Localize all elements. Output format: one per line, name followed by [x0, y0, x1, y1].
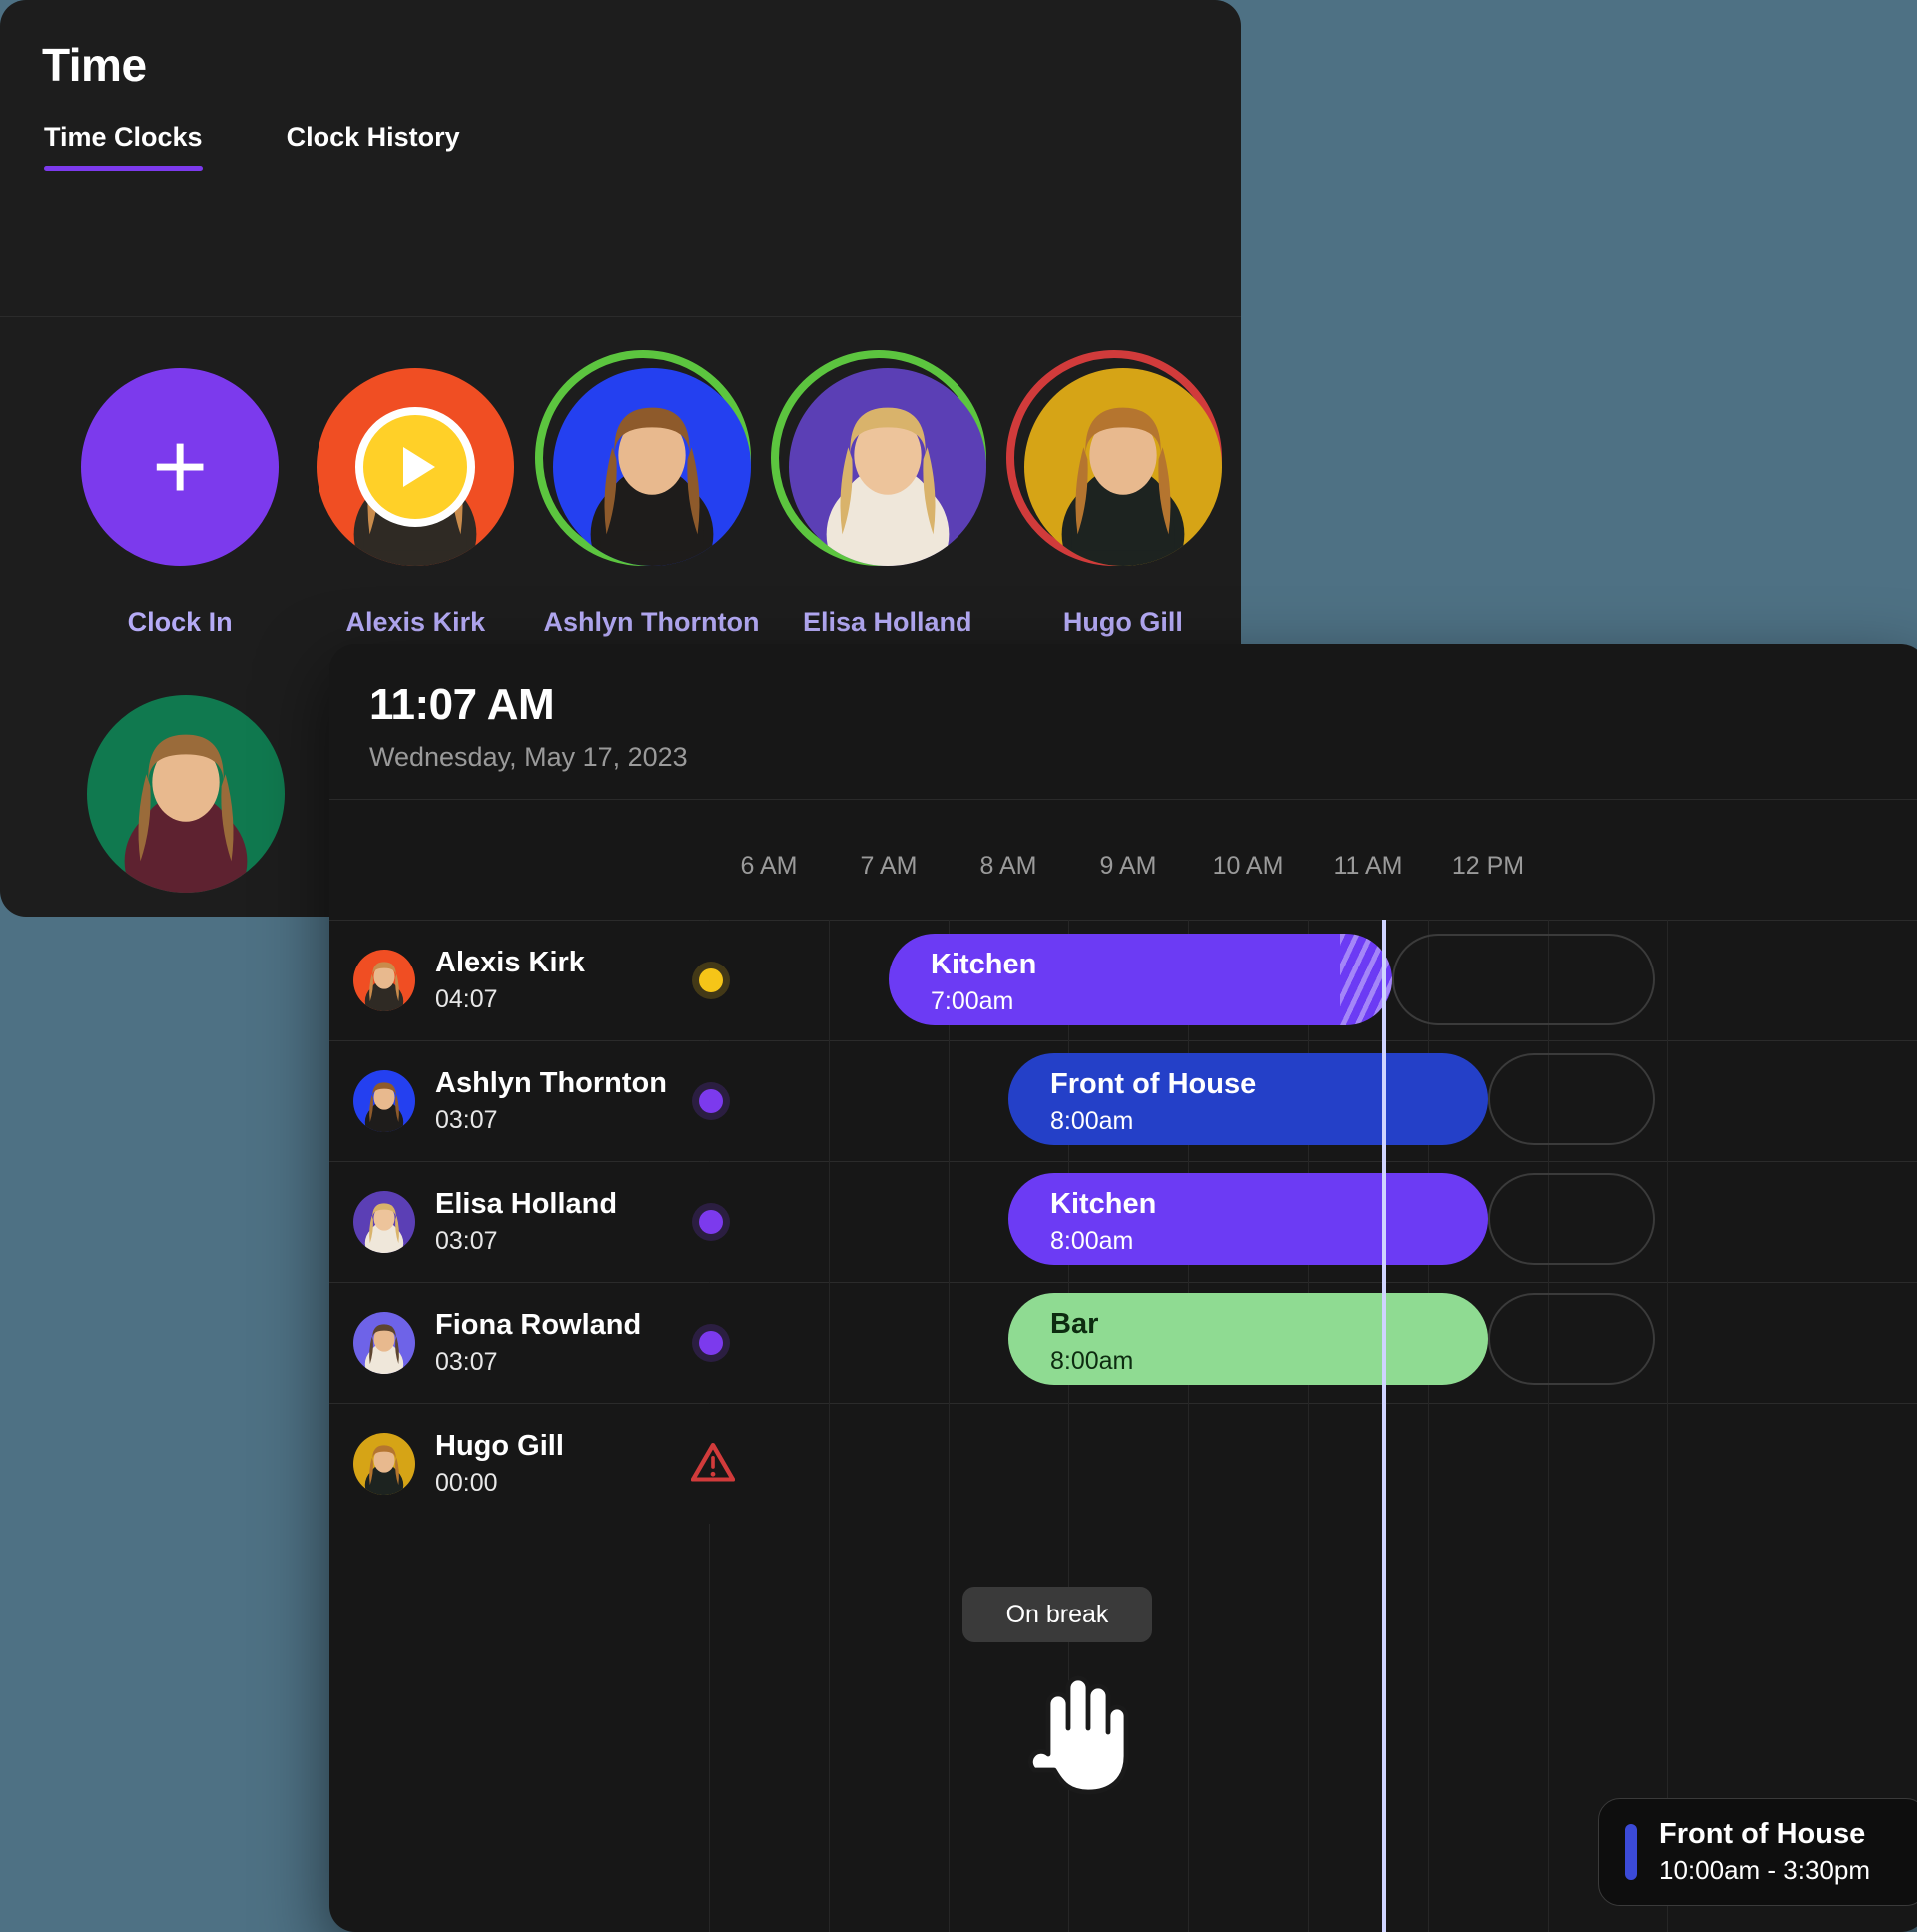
status-badge[interactable] [699, 1331, 723, 1355]
avatar [353, 1070, 415, 1132]
avatar-ring-wrapper [1005, 350, 1231, 575]
employee-avatar-name: Ashlyn Thornton [543, 607, 760, 637]
employee-duration: 03:07 [435, 1106, 498, 1134]
table-row[interactable]: Elisa Holland 03:07 [329, 1161, 1917, 1282]
clock-in-label: Clock In [127, 607, 233, 637]
avatar-row-1: + Clock In Alexis Kirk Ashlyn Thornton El… [0, 350, 1241, 638]
tooltip-label: On break [1005, 1600, 1109, 1628]
employee-avatar-cell[interactable]: Elisa Holland [770, 350, 1005, 638]
avatar [353, 1312, 415, 1374]
employee-name: Fiona Rowland [435, 1309, 642, 1341]
time-axis: 6 AM 7 AM 8 AM 9 AM 10 AM 11 AM 12 PM [329, 800, 1917, 920]
hour-label: 9 AM [1099, 852, 1157, 880]
employee-avatar[interactable] [317, 368, 515, 566]
employee-duration: 03:07 [435, 1348, 498, 1376]
employee-info: Elisa Holland 03:07 [435, 1188, 617, 1256]
avatar-ring-wrapper [770, 350, 995, 575]
header-divider [0, 316, 1241, 317]
employee-avatar-cell[interactable]: Ashlyn Thornton [533, 350, 769, 638]
employee-duration: 03:07 [435, 1227, 498, 1255]
employee-cell[interactable]: Alexis Kirk 04:07 [329, 921, 769, 1040]
page-title: Time [42, 39, 147, 91]
schedule-panel: 11:07 AM Wednesday, May 17, 2023 6 AM 7 A… [329, 644, 1917, 1932]
hour-label: 8 AM [979, 852, 1037, 880]
status-badge[interactable] [699, 1210, 723, 1234]
employee-cell[interactable]: Ashlyn Thornton 03:07 [329, 1041, 769, 1161]
employee-avatar[interactable] [552, 368, 751, 566]
hour-label: 7 AM [860, 852, 918, 880]
employee-name: Hugo Gill [435, 1430, 564, 1462]
avatar-ring-wrapper [78, 686, 294, 902]
employee-duration: 00:00 [435, 1469, 498, 1497]
clock-in-wrapper: + [72, 359, 288, 575]
tab-time-clocks[interactable]: Time Clocks [44, 122, 203, 171]
hour-label: 12 PM [1451, 852, 1525, 880]
employee-avatar-cell[interactable] [62, 686, 310, 902]
legend-title: Front of House [1659, 1818, 1866, 1850]
employee-avatar[interactable] [788, 368, 986, 566]
employee-avatar[interactable] [1023, 368, 1222, 566]
play-icon[interactable] [355, 407, 476, 527]
employee-avatar-name: Hugo Gill [1062, 607, 1183, 637]
hour-label: 10 AM [1212, 852, 1284, 880]
avatar-ring-wrapper [308, 359, 523, 575]
shift-legend-card: Front of House 10:00am - 3:30pm [1598, 1798, 1917, 1906]
employee-avatar-name: Elisa Holland [802, 607, 972, 637]
employee-name: Alexis Kirk [435, 947, 585, 978]
employee-cell[interactable]: Fiona Rowland 03:07 [329, 1283, 769, 1403]
employee-name: Ashlyn Thornton [435, 1067, 667, 1099]
clock-in-cell[interactable]: + Clock In [62, 359, 298, 638]
current-time: 11:07 AM [369, 680, 555, 729]
clock-header: 11:07 AM Wednesday, May 17, 2023 [329, 644, 1917, 800]
employee-avatar-name: Alexis Kirk [345, 607, 486, 637]
employee-name: Elisa Holland [435, 1188, 618, 1220]
employee-avatar-cell[interactable]: Alexis Kirk [298, 359, 533, 638]
employee-avatar[interactable] [87, 695, 285, 893]
on-break-tooltip: On break [962, 1587, 1152, 1642]
status-badge[interactable] [699, 968, 723, 992]
avatar [353, 950, 415, 1011]
hour-label: 6 AM [740, 852, 798, 880]
employee-cell[interactable]: Elisa Holland 03:07 [329, 1162, 769, 1282]
employee-info: Ashlyn Thornton 03:07 [435, 1067, 667, 1135]
employee-info: Hugo Gill 00:00 [435, 1430, 564, 1498]
hour-label: 11 AM [1333, 852, 1403, 880]
table-row[interactable]: Alexis Kirk 04:07 [329, 920, 1917, 1040]
table-row[interactable]: Ashlyn Thornton 03:07 [329, 1040, 1917, 1161]
employee-info: Alexis Kirk 04:07 [435, 947, 585, 1014]
avatar-ring-wrapper [534, 350, 760, 575]
tab-bar: Time Clocks Clock History [0, 122, 1241, 171]
legend-text: Front of House 10:00am - 3:30pm [1659, 1818, 1870, 1886]
employee-cell[interactable]: Hugo Gill 00:00 [329, 1404, 769, 1524]
status-badge[interactable] [699, 1089, 723, 1113]
employee-rows: Alexis Kirk 04:07 Ashlyn Thornton 03:07 El… [329, 920, 1917, 1524]
tab-clock-history[interactable]: Clock History [287, 122, 460, 171]
avatar [353, 1433, 415, 1495]
employee-info: Fiona Rowland 03:07 [435, 1309, 641, 1377]
legend-time-range: 10:00am - 3:30pm [1659, 1855, 1871, 1885]
employee-duration: 04:07 [435, 985, 498, 1013]
table-row[interactable]: Hugo Gill 00:00 [329, 1403, 1917, 1524]
hand-cursor-icon [1022, 1668, 1130, 1801]
clock-in-button[interactable]: + [81, 368, 280, 566]
alert-icon[interactable] [690, 1442, 736, 1487]
plus-icon: + [152, 413, 209, 520]
table-row[interactable]: Fiona Rowland 03:07 [329, 1282, 1917, 1403]
current-date: Wednesday, May 17, 2023 [369, 742, 688, 772]
employee-avatar-cell[interactable]: Hugo Gill [1005, 350, 1241, 638]
legend-color-swatch [1625, 1824, 1637, 1880]
panel-header: Time [0, 0, 1241, 92]
avatar [353, 1191, 415, 1253]
